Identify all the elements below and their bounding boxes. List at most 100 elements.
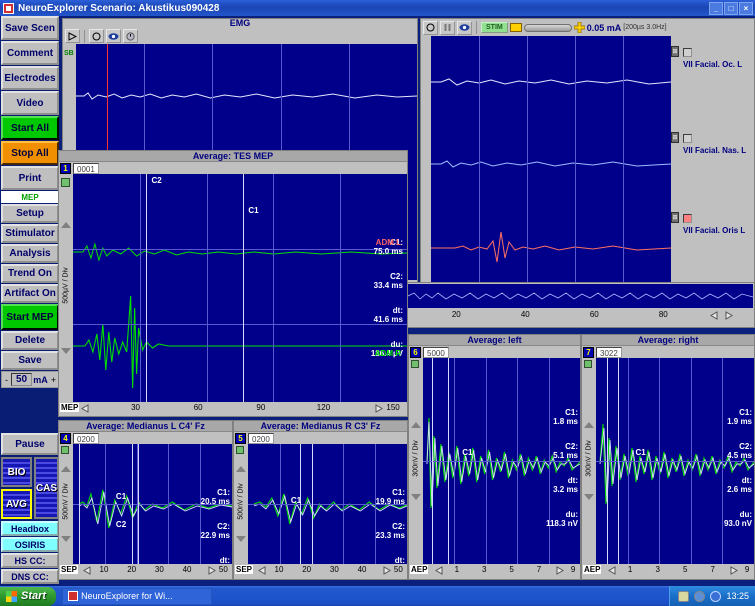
tray-device-icon[interactable]	[678, 590, 690, 602]
stim-button[interactable]: STIM	[481, 22, 508, 33]
sep-left-xaxis[interactable]: SEP 10 20 30 40 50	[59, 564, 232, 578]
scroll-left-icon[interactable]	[435, 566, 444, 575]
stepper-minus-button[interactable]: -	[2, 375, 11, 385]
network-icon[interactable]	[710, 590, 722, 602]
scroll-left-icon[interactable]	[608, 566, 617, 575]
eye-icon[interactable]	[106, 29, 121, 43]
aep-left-yaxis[interactable]: 300nV / Div	[409, 358, 423, 564]
stimulator-button[interactable]: Stimulator	[1, 224, 59, 243]
window-id-badge[interactable]: 1	[60, 162, 71, 174]
close-button[interactable]: ×	[739, 1, 753, 15]
sep-left-plot[interactable]: C1 C2 C1: 20.5 ms C2: 22.9 ms dt: 2.4 ms…	[73, 444, 232, 564]
mep-channel-color-icon[interactable]	[61, 178, 70, 187]
window-id-badge[interactable]: 5	[235, 432, 246, 444]
channel-row-oc[interactable]: VII Facial. Oc. L	[683, 46, 754, 70]
window-id-badge[interactable]: 7	[583, 346, 594, 358]
sep-left-yaxis[interactable]: 500nV / Div	[59, 444, 73, 564]
minimize-button[interactable]: _	[709, 1, 723, 15]
volume-icon[interactable]	[694, 590, 706, 602]
save-button[interactable]: Save	[1, 351, 59, 370]
scroll-left-icon[interactable]	[83, 566, 92, 575]
stop-all-button[interactable]: Stop All	[1, 141, 59, 165]
artifact-on-button[interactable]: Artifact On	[1, 284, 59, 303]
save-scenario-button[interactable]: Save Scen	[1, 16, 59, 40]
video-button[interactable]: Video	[1, 91, 59, 115]
trend-on-button[interactable]: Trend On	[1, 264, 59, 283]
maximize-button[interactable]: □	[724, 1, 738, 15]
electrodes-button[interactable]: Electrodes	[1, 66, 59, 90]
scroll-left-icon[interactable]	[710, 311, 719, 320]
channel-connector-icon[interactable]: ⊞	[671, 46, 679, 57]
dns-cc-button[interactable]: DNS CC:	[1, 569, 59, 584]
mep-xaxis[interactable]: MEP 30 60 90 120 150	[59, 402, 407, 416]
cas-mode-button[interactable]: CAS	[34, 457, 59, 519]
pause-button[interactable]: Pause	[1, 433, 59, 455]
emg-overview-strip[interactable]	[408, 284, 753, 308]
sep-right-yaxis[interactable]: 500nV / Div	[234, 444, 248, 564]
delete-button[interactable]: Delete	[1, 331, 59, 350]
print-button[interactable]: Print	[1, 166, 59, 190]
cursor-c2-line[interactable]	[448, 358, 450, 564]
aep-left-plot[interactable]: C1 C1: 1.8 ms C2: 5.1 ms dt: 3.2 ms du: …	[423, 358, 580, 564]
taskbar-task-neuroexplorer[interactable]: NeuroExplorer for Wi...	[62, 587, 213, 605]
sep-left-channel-color-icon[interactable]	[61, 446, 69, 454]
clock[interactable]: 13:25	[726, 591, 749, 601]
start-button[interactable]: Start	[0, 586, 57, 606]
aep-left-xaxis[interactable]: AEP 1 3 5 7 9	[409, 564, 580, 578]
play-icon[interactable]	[65, 29, 80, 43]
osiris-status-button[interactable]: OSIRIS	[1, 537, 59, 552]
intensity-slider[interactable]	[523, 23, 572, 32]
aep-right-xaxis[interactable]: AEP 1 3 5 7 9	[582, 564, 754, 578]
scroll-right-icon[interactable]	[382, 566, 391, 575]
record-icon[interactable]	[89, 29, 104, 43]
analysis-button[interactable]: Analysis	[1, 244, 59, 263]
aep-left-channel-color-icon[interactable]	[411, 360, 419, 368]
clock-icon[interactable]	[123, 29, 138, 43]
channel-connector-icon[interactable]: ⊞	[671, 212, 679, 223]
cursor-c1-line[interactable]	[607, 358, 609, 564]
cursor-c2-line[interactable]	[131, 444, 133, 564]
channel-row-nas[interactable]: VII Facial. Nas. L	[683, 132, 754, 156]
channel-connector-icon[interactable]: ⊞	[671, 132, 679, 143]
cursor-c2-line[interactable]	[618, 358, 620, 564]
start-mep-button[interactable]: Start MEP	[1, 304, 59, 330]
sweep-count-field[interactable]: 0001	[73, 162, 99, 174]
mep-yaxis[interactable]: 500µV / Div	[59, 174, 73, 402]
sep-right-xaxis[interactable]: SEP 10 20 30 40 50	[234, 564, 407, 578]
sep-right-plot[interactable]: C1 C1: 19.9 ms C2: 23.3 ms dt: 3.4 ms du…	[248, 444, 407, 564]
headbox-status-button[interactable]: Headbox	[1, 521, 59, 536]
eye-icon[interactable]	[457, 20, 472, 35]
window-id-badge[interactable]: 6	[410, 346, 421, 358]
sweep-count-field[interactable]: 0200	[248, 432, 274, 444]
aep-right-yaxis[interactable]: 300nV / Div	[582, 358, 596, 564]
pause-icon[interactable]	[440, 20, 455, 35]
cursor-c1-line[interactable]	[79, 444, 81, 564]
sep-right-channel-color-icon[interactable]	[236, 446, 244, 454]
intensity-stepper[interactable]: - 50 mA +	[1, 371, 59, 388]
channel-row-oris[interactable]: VII Facial. Oris L	[683, 212, 754, 236]
cursor-c2-line[interactable]	[311, 444, 313, 564]
comment-button[interactable]: Comment	[1, 41, 59, 65]
emg-overview-xaxis[interactable]: 20 40 60 80	[408, 309, 753, 322]
sweep-count-field[interactable]: 5000	[423, 346, 449, 358]
scroll-right-icon[interactable]	[374, 404, 383, 413]
window-titlebar[interactable]: NeuroExplorer Scenario: Akustikus090428 …	[0, 0, 755, 16]
scroll-left-icon[interactable]	[258, 566, 267, 575]
scroll-left-icon[interactable]	[81, 404, 90, 413]
window-id-badge[interactable]: 4	[60, 432, 71, 444]
scroll-right-icon[interactable]	[555, 566, 564, 575]
sweep-count-field[interactable]: 3022	[596, 346, 622, 358]
emg-right-plot[interactable]	[431, 36, 671, 283]
sweep-count-field[interactable]: 0200	[73, 432, 99, 444]
scroll-right-icon[interactable]	[729, 566, 738, 575]
bio-mode-button[interactable]: BIO	[1, 457, 32, 487]
stepper-plus-button[interactable]: +	[49, 375, 58, 385]
start-all-button[interactable]: Start All	[1, 116, 59, 140]
record-icon[interactable]	[423, 20, 438, 35]
aep-right-channel-color-icon[interactable]	[584, 360, 592, 368]
scroll-right-icon[interactable]	[724, 311, 733, 320]
cursor-c1-line[interactable]	[243, 174, 245, 402]
mep-plot[interactable]: C2 C1 C1: 75.0 ms C2: 33.4 ms dt: 41.6 m…	[73, 174, 407, 402]
cursor-c2b-line[interactable]	[138, 444, 140, 564]
stepper-value-input[interactable]: 50	[11, 373, 32, 386]
